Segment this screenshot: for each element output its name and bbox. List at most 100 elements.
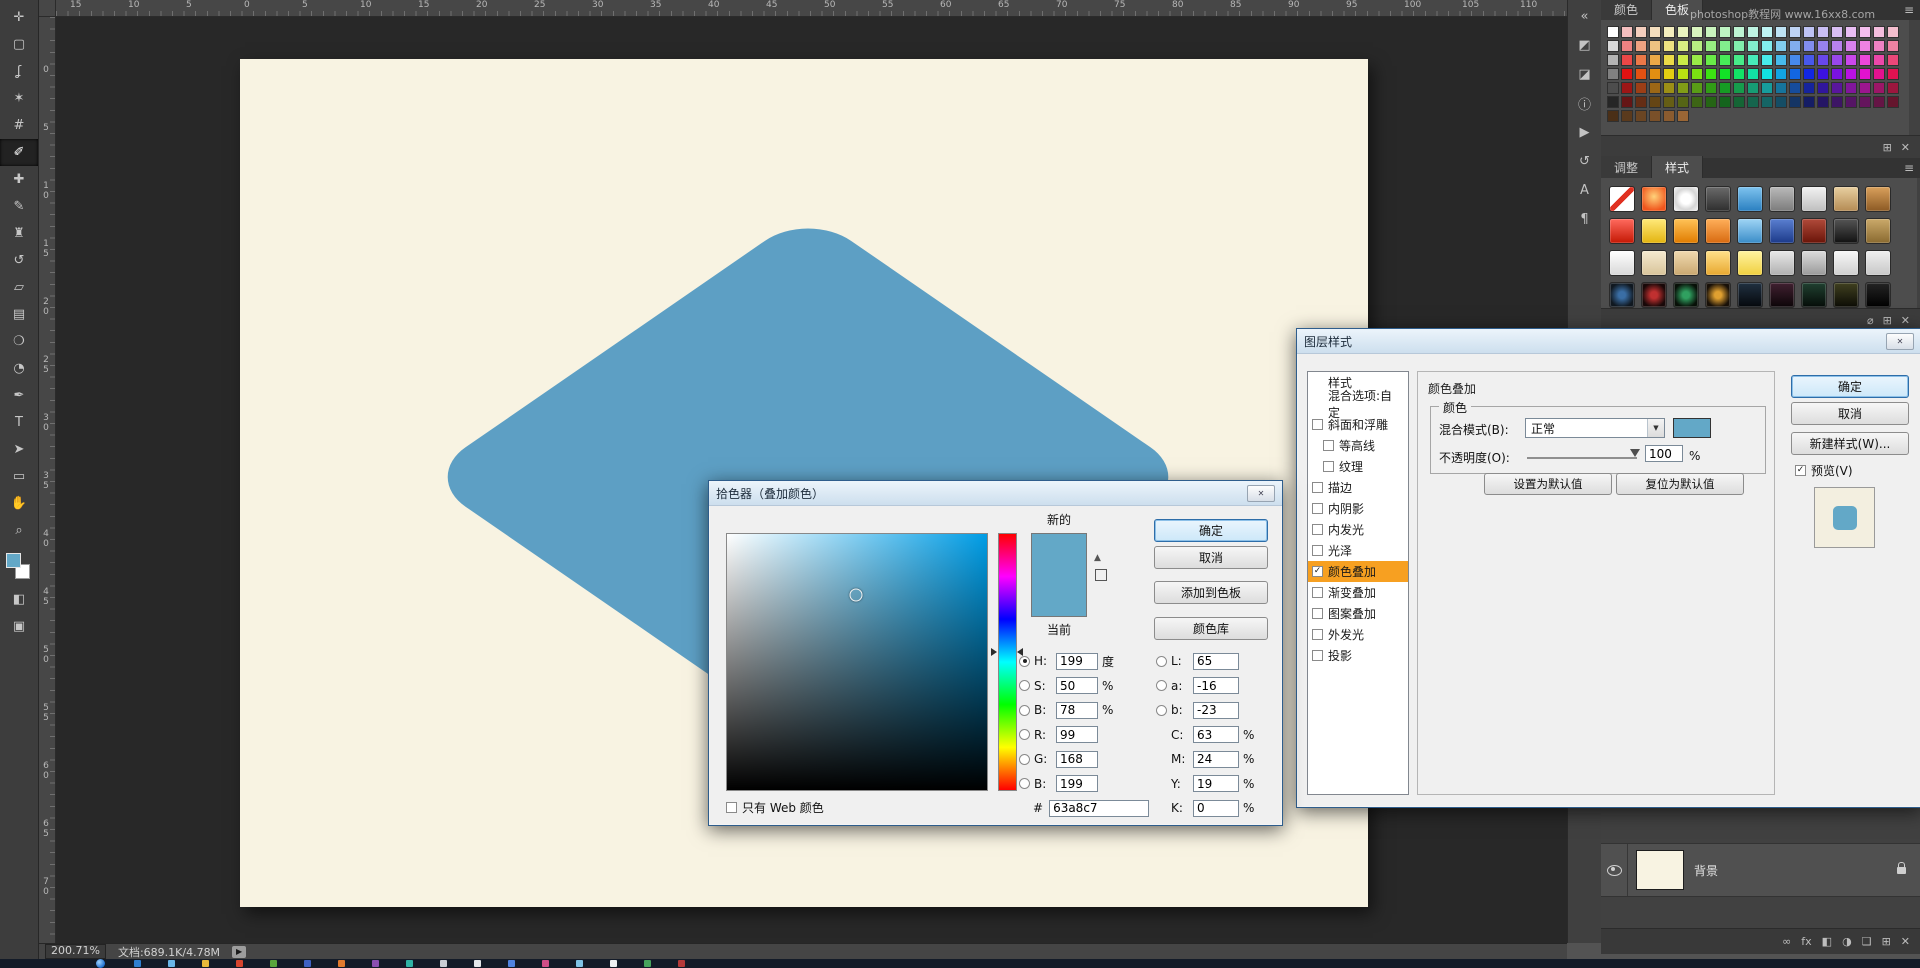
color-swatch[interactable] (1607, 82, 1619, 94)
color-swatch[interactable] (1859, 40, 1871, 52)
color-swatch[interactable] (1775, 54, 1787, 66)
info-panel-icon[interactable]: ⓘ (1568, 89, 1601, 118)
adjustments-panel-icon[interactable]: ◩ (1568, 31, 1601, 60)
color-swatch[interactable] (1817, 68, 1829, 80)
color-swatch[interactable] (1803, 26, 1815, 38)
color-swatch[interactable] (1859, 26, 1871, 38)
color-swatch[interactable] (1719, 40, 1731, 52)
magic-wand-tool[interactable]: ✶ (0, 85, 38, 112)
color-swatch[interactable] (1873, 82, 1885, 94)
style-thumbnail[interactable] (1801, 282, 1827, 308)
color-swatch[interactable] (1691, 40, 1703, 52)
field-radio[interactable] (1019, 754, 1030, 765)
ruler-origin-corner[interactable] (39, 0, 56, 17)
color-swatch[interactable] (1789, 68, 1801, 80)
taskbar-app-icon[interactable] (406, 960, 413, 967)
color-swatch[interactable] (1887, 96, 1899, 108)
color-swatch[interactable] (1789, 26, 1801, 38)
field-input[interactable] (1056, 775, 1098, 792)
color-swatch[interactable] (1747, 68, 1759, 80)
style-checkbox[interactable] (1312, 545, 1323, 556)
hex-input[interactable] (1049, 800, 1149, 817)
new-style-button[interactable]: 新建样式(W)... (1791, 432, 1909, 455)
color-swatch[interactable] (1775, 96, 1787, 108)
style-thumbnail[interactable] (1737, 186, 1763, 212)
style-thumbnail[interactable] (1673, 282, 1699, 308)
color-swatch[interactable] (1719, 26, 1731, 38)
color-swatch[interactable] (1635, 54, 1647, 66)
healing-brush-tool[interactable]: ✚ (0, 166, 38, 193)
collapse-panels-icon[interactable]: « (1568, 2, 1601, 31)
layer-thumbnail[interactable] (1636, 850, 1684, 890)
color-swatch[interactable] (1747, 54, 1759, 66)
paragraph-panel-icon[interactable]: ¶ (1568, 205, 1601, 234)
color-swatch[interactable] (1803, 54, 1815, 66)
color-swatch[interactable] (1887, 54, 1899, 66)
hue-slider-thumb-left[interactable] (991, 648, 997, 656)
eyedropper-tool[interactable]: ✐ (0, 139, 38, 166)
style-thumbnail[interactable] (1833, 218, 1859, 244)
style-thumbnail[interactable] (1673, 218, 1699, 244)
style-checkbox[interactable] (1312, 482, 1323, 493)
taskbar-app-icon[interactable] (270, 960, 277, 967)
hand-tool[interactable]: ✋ (0, 490, 38, 517)
field-radio[interactable] (1019, 680, 1030, 691)
field-input[interactable] (1056, 653, 1098, 670)
crop-tool[interactable]: # (0, 112, 38, 139)
field-input[interactable] (1193, 751, 1239, 768)
type-tool[interactable]: T (0, 409, 38, 436)
layer-style-list-item[interactable]: 混合选项:自定 (1308, 393, 1408, 414)
taskbar-app-icon[interactable] (338, 960, 345, 967)
field-radio[interactable] (1156, 705, 1167, 716)
color-swatch[interactable] (1817, 54, 1829, 66)
layer-style-list-item[interactable]: 图案叠加 (1308, 603, 1408, 624)
color-swatch[interactable] (1817, 40, 1829, 52)
style-checkbox[interactable] (1323, 461, 1334, 472)
layer-row-background[interactable]: 背景 (1601, 843, 1920, 897)
tab-styles[interactable]: 样式 (1652, 156, 1703, 178)
color-swatch[interactable] (1747, 96, 1759, 108)
style-thumbnail[interactable] (1705, 250, 1731, 276)
color-swatch[interactable] (1663, 68, 1675, 80)
color-swatch[interactable] (1635, 110, 1647, 122)
tab-color[interactable]: 颜色 (1601, 0, 1652, 20)
hue-slider[interactable] (998, 533, 1017, 791)
set-default-button[interactable]: 设置为默认值 (1484, 473, 1612, 495)
color-swatch[interactable] (1621, 110, 1633, 122)
color-swatch[interactable] (1649, 26, 1661, 38)
gradient-tool[interactable]: ▤ (0, 301, 38, 328)
color-swatch[interactable] (1859, 54, 1871, 66)
color-swatch[interactable] (1691, 68, 1703, 80)
style-thumbnail[interactable] (1609, 250, 1635, 276)
taskbar-app-icon[interactable] (678, 960, 685, 967)
style-thumbnail[interactable] (1865, 250, 1891, 276)
pen-tool[interactable]: ✒ (0, 382, 38, 409)
color-swatch[interactable] (1831, 26, 1843, 38)
style-thumbnail[interactable] (1737, 250, 1763, 276)
color-swatch[interactable] (1803, 96, 1815, 108)
color-swatch[interactable] (1621, 96, 1633, 108)
color-swatch[interactable] (1747, 82, 1759, 94)
web-colors-checkbox[interactable] (726, 802, 737, 813)
color-swatch[interactable] (1607, 110, 1619, 122)
style-thumbnail[interactable] (1833, 250, 1859, 276)
color-swatch[interactable] (1761, 26, 1773, 38)
color-swatch[interactable] (1859, 96, 1871, 108)
style-thumbnail[interactable] (1737, 218, 1763, 244)
color-swatch[interactable] (1733, 40, 1745, 52)
dodge-tool[interactable]: ◔ (0, 355, 38, 382)
color-swatch[interactable] (1649, 68, 1661, 80)
color-swatch[interactable] (1831, 82, 1843, 94)
color-swatch[interactable] (1607, 68, 1619, 80)
layer-style-list-item[interactable]: 投影 (1308, 645, 1408, 666)
style-thumbnail[interactable] (1641, 250, 1667, 276)
delete-swatch-icon[interactable]: ✕ (1901, 141, 1910, 154)
style-thumbnail[interactable] (1705, 218, 1731, 244)
color-swatch[interactable] (1873, 54, 1885, 66)
layer-style-list-item[interactable]: 描边 (1308, 477, 1408, 498)
screen-mode-button[interactable]: ▣ (0, 613, 38, 640)
delete-layer-icon[interactable]: ✕ (1901, 935, 1910, 948)
color-swatch[interactable] (1859, 82, 1871, 94)
style-thumbnail[interactable] (1609, 282, 1635, 308)
move-tool[interactable]: ✛ (0, 4, 38, 31)
